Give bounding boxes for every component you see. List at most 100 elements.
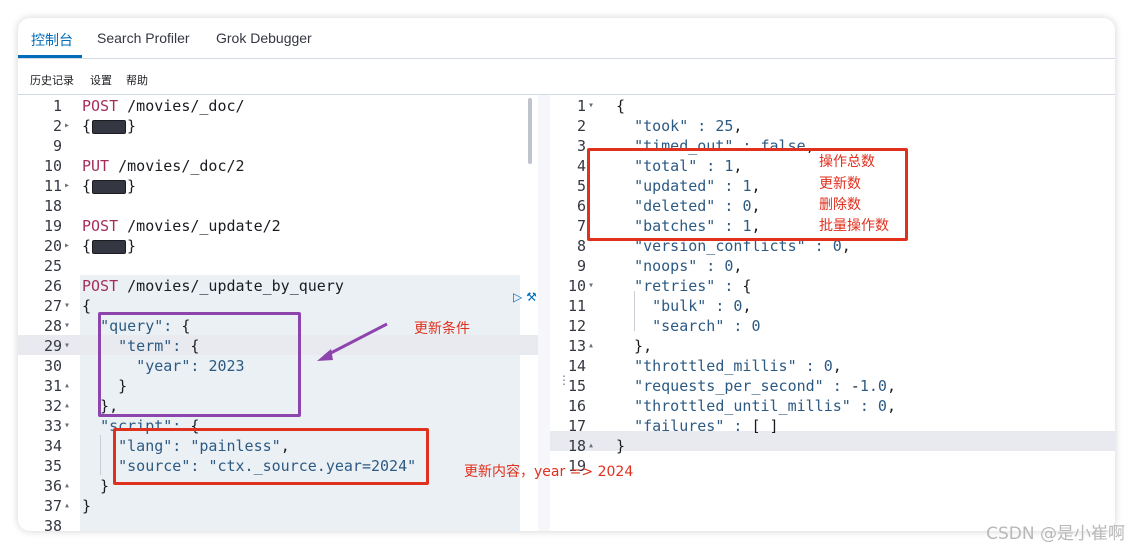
annotation-query-condition: 更新条件 xyxy=(414,321,470,337)
response-line[interactable]: 13 ▴ }, xyxy=(550,336,1115,356)
annotation-updated: 更新数 xyxy=(819,176,861,192)
request-line[interactable]: 20 ▸ {} xyxy=(18,236,538,256)
wrench-icon[interactable]: ⚒ xyxy=(526,290,537,304)
code-text: "noops" : 0, xyxy=(634,257,743,275)
line-number: 13 xyxy=(567,337,586,355)
code-text: "throttled_millis" : 0, xyxy=(634,357,842,375)
line-number: 11 xyxy=(43,177,62,195)
response-line[interactable]: 9 "noops" : 0, xyxy=(550,256,1115,276)
request-line[interactable]: 11 ▸ {} xyxy=(18,176,538,196)
line-number: 38 xyxy=(43,517,62,531)
line-number: 17 xyxy=(567,417,586,435)
fold-toggle-icon[interactable]: ▴ xyxy=(64,376,70,396)
code-text: POST /movies/_doc/ xyxy=(82,97,245,115)
fold-toggle-icon[interactable]: ▸ xyxy=(64,116,70,136)
play-icon[interactable]: ▷ xyxy=(513,290,522,304)
collapsed-block[interactable] xyxy=(92,239,127,254)
line-number: 1 xyxy=(52,97,62,115)
line-number: 26 xyxy=(43,277,62,295)
fold-toggle-icon[interactable]: ▴ xyxy=(588,336,594,356)
annotation-deleted: 删除数 xyxy=(819,197,861,213)
code-text: } xyxy=(82,477,110,495)
line-number: 4 xyxy=(576,157,586,175)
line-number: 9 xyxy=(576,257,586,275)
code-text: }, xyxy=(616,337,653,355)
request-line[interactable]: 19 POST /movies/_update/2 xyxy=(18,216,538,236)
line-number: 9 xyxy=(52,137,62,155)
line-number: 2 xyxy=(52,117,62,135)
tab-search-profiler[interactable]: Search Profiler xyxy=(97,30,190,46)
code-text: {} xyxy=(82,237,137,255)
response-line[interactable]: 15 "requests_per_second" : -1.0, xyxy=(550,376,1115,396)
code-text: "search" : 0 xyxy=(652,317,761,335)
fold-toggle-icon[interactable]: ▾ xyxy=(588,96,594,116)
fold-toggle-icon[interactable]: ▸ xyxy=(64,176,70,196)
request-line[interactable]: 1 POST /movies/_doc/ xyxy=(18,96,538,116)
response-line[interactable]: 10 ▾ "retries" : { xyxy=(550,276,1115,296)
collapsed-block[interactable] xyxy=(92,179,127,194)
code-text: POST /movies/_update_by_query xyxy=(82,277,344,295)
tab-console[interactable]: 控制台 xyxy=(31,30,73,50)
code-text: } xyxy=(82,497,92,515)
fold-toggle-icon[interactable]: ▾ xyxy=(64,336,70,356)
request-line[interactable]: 2 ▸ {} xyxy=(18,116,538,136)
line-number: 37 xyxy=(43,497,62,515)
response-line[interactable]: 2 "took" : 25, xyxy=(550,116,1115,136)
line-number: 15 xyxy=(567,377,586,395)
fold-toggle-icon[interactable]: ▾ xyxy=(64,296,70,316)
collapsed-block[interactable] xyxy=(92,119,127,134)
line-number: 33 xyxy=(43,417,62,435)
request-line[interactable]: 25 xyxy=(18,256,538,276)
fold-toggle-icon[interactable]: ▴ xyxy=(64,496,70,516)
fold-toggle-icon[interactable]: ▾ xyxy=(64,416,70,436)
response-line[interactable]: 17 "failures" : [ ] xyxy=(550,416,1115,436)
annotation-batches: 批量操作数 xyxy=(819,218,889,234)
tab-bar: 控制台 Search Profiler Grok Debugger xyxy=(18,18,1115,59)
fold-toggle-icon[interactable]: ▴ xyxy=(588,436,594,456)
settings-button[interactable]: 设置 xyxy=(90,72,112,88)
request-line[interactable]: 9 xyxy=(18,136,538,156)
script-box xyxy=(113,428,429,485)
line-number: 27 xyxy=(43,297,62,315)
line-number: 18 xyxy=(567,437,586,455)
fold-toggle-icon[interactable]: ▾ xyxy=(64,316,70,336)
code-text: "throttled_until_millis" : 0, xyxy=(634,397,896,415)
line-number: 10 xyxy=(567,277,586,295)
code-text: PUT /movies/_doc/2 xyxy=(82,157,245,175)
request-line[interactable]: 26 POST /movies/_update_by_query xyxy=(18,276,538,296)
response-line[interactable]: 18 ▴} xyxy=(550,436,1115,456)
line-number: 25 xyxy=(43,257,62,275)
fold-toggle-icon[interactable]: ▴ xyxy=(64,476,70,496)
line-number: 31 xyxy=(43,377,62,395)
fold-toggle-icon[interactable]: ▴ xyxy=(64,396,70,416)
code-text: "took" : 25, xyxy=(634,117,743,135)
request-line[interactable]: 37 ▴} xyxy=(18,496,538,516)
request-line[interactable]: 18 xyxy=(18,196,538,216)
request-line[interactable]: 10 PUT /movies/_doc/2 xyxy=(18,156,538,176)
response-line[interactable]: 1 ▾ { xyxy=(550,96,1115,116)
watermark: CSDN @是小崔啊 xyxy=(986,524,1125,544)
code-text: "failures" : [ ] xyxy=(634,417,779,435)
response-line[interactable]: 16 "throttled_until_millis" : 0, xyxy=(550,396,1115,416)
code-text: "bulk" : 0, xyxy=(652,297,752,315)
help-button[interactable]: 帮助 xyxy=(126,72,148,88)
line-number: 32 xyxy=(43,397,62,415)
fold-toggle-icon[interactable]: ▾ xyxy=(588,276,594,296)
history-button[interactable]: 历史记录 xyxy=(30,72,74,88)
response-line[interactable]: 19 xyxy=(550,456,1115,476)
response-line[interactable]: 11 "bulk" : 0, xyxy=(550,296,1115,316)
line-number: 5 xyxy=(576,177,586,195)
annotation-total: 操作总数 xyxy=(819,154,875,170)
tab-grok-debugger[interactable]: Grok Debugger xyxy=(216,30,312,46)
line-number: 19 xyxy=(43,217,62,235)
line-number: 10 xyxy=(43,157,62,175)
code-text: } xyxy=(616,437,626,455)
fold-toggle-icon[interactable]: ▸ xyxy=(64,236,70,256)
response-line[interactable]: 12 "search" : 0 xyxy=(550,316,1115,336)
line-number: 14 xyxy=(567,357,586,375)
console-toolbar: 历史记录 设置 帮助 xyxy=(18,58,1115,95)
request-line[interactable]: 38 xyxy=(18,516,538,531)
query-condition-box xyxy=(98,312,301,417)
console-window: 控制台 Search Profiler Grok Debugger 历史记录 设… xyxy=(18,18,1115,531)
response-line[interactable]: 14 "throttled_millis" : 0, xyxy=(550,356,1115,376)
